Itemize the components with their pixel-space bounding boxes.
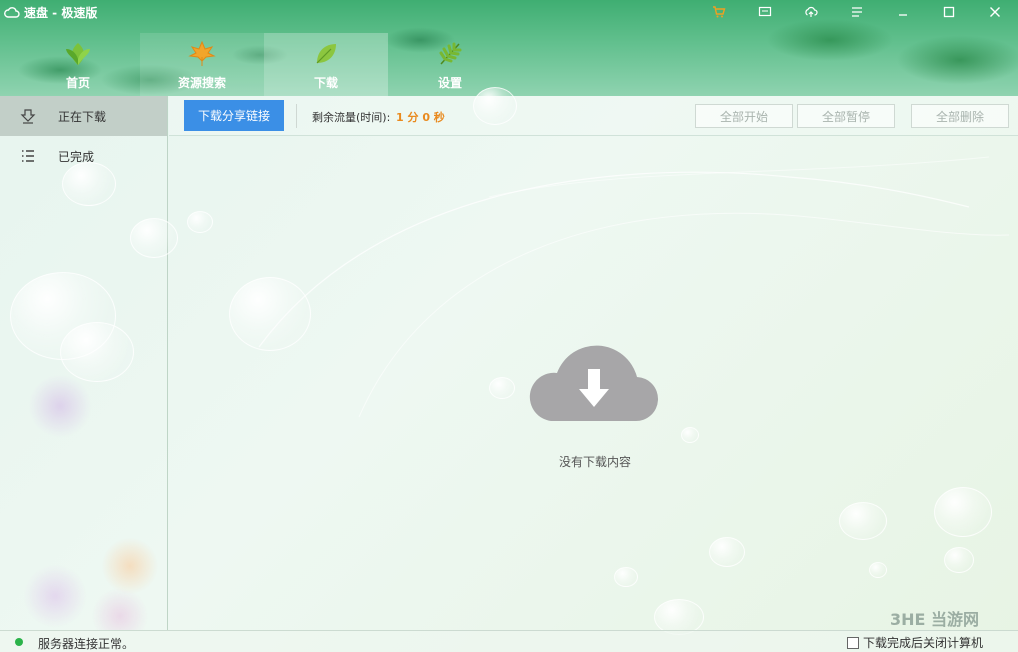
fern-leaf-icon [439, 42, 462, 65]
toolbar-divider [296, 104, 297, 128]
toolbar: 下载分享链接 剩余流量(时间): 1 分 0 秒 全部开始 全部暂停 全部删除 [169, 96, 1018, 136]
tab-resource-search[interactable]: 资源搜索 [140, 33, 264, 96]
download-arrow-icon [20, 109, 36, 124]
download-share-link-button[interactable]: 下载分享链接 [184, 100, 284, 131]
bubble-decoration [489, 377, 515, 399]
bubble-decoration [709, 537, 745, 567]
shutdown-after-download-option[interactable]: 下载完成后关闭计算机 [847, 634, 983, 651]
shutdown-checkbox[interactable] [847, 636, 859, 649]
tab-label: 设置 [437, 76, 462, 90]
bubble-decoration [229, 277, 311, 351]
watermark-logo: 3HE 当游网 [890, 610, 980, 629]
leaf-icon [66, 43, 90, 65]
cloud-download-icon [529, 345, 659, 422]
maximize-icon[interactable] [926, 0, 972, 24]
app-title: 速盘 - 极速版 [4, 3, 97, 21]
sidebar: 正在下载 已完成 [0, 96, 178, 630]
list-icon [22, 150, 34, 162]
status-bar: 服务器连接正常。 下载完成后关闭计算机 [0, 630, 1018, 652]
bubble-decoration [934, 487, 992, 537]
bubble-decoration [944, 547, 974, 573]
bubble-decoration [473, 87, 517, 125]
empty-message: 没有下载内容 [558, 455, 631, 469]
menu-icon[interactable] [834, 0, 880, 24]
window-controls [696, 0, 1018, 24]
window-title: 速盘 - 极速版 [24, 5, 98, 20]
bubble-decoration [62, 162, 116, 206]
sidebar-item-label: 正在下载 [58, 109, 107, 124]
close-icon[interactable] [972, 0, 1018, 24]
shutdown-label: 下载完成后关闭计算机 [863, 636, 984, 650]
upload-cloud-icon[interactable] [788, 0, 834, 24]
bubble-decoration [869, 562, 887, 578]
tab-label: 资源搜索 [177, 76, 226, 90]
pause-all-button[interactable]: 全部暂停 [797, 104, 895, 128]
bubble-decoration [681, 427, 699, 443]
download-list-area: 没有下载内容 [169, 87, 1018, 635]
minimize-icon[interactable] [880, 0, 926, 24]
green-leaf-icon [316, 44, 336, 64]
remaining-traffic-label: 剩余流量(时间): [312, 111, 391, 124]
connection-status-icon [15, 638, 23, 646]
bubble-decoration [187, 211, 213, 233]
cart-icon[interactable] [696, 0, 742, 24]
message-icon[interactable] [742, 0, 788, 24]
bubble-decoration [614, 567, 638, 587]
tab-label: 下载 [313, 76, 338, 90]
delete-all-button[interactable]: 全部删除 [911, 104, 1009, 128]
tab-download[interactable]: 下载 [264, 33, 388, 96]
start-all-button[interactable]: 全部开始 [695, 104, 793, 128]
tab-label: 首页 [65, 76, 90, 90]
bubble-decoration [60, 322, 134, 382]
bubble-decoration [839, 502, 887, 540]
cloud-logo-icon [4, 7, 20, 18]
remaining-traffic-value: 1 分 0 秒 [396, 111, 445, 124]
maple-leaf-icon [188, 40, 216, 66]
sidebar-item-downloading[interactable]: 正在下载 [0, 96, 167, 136]
main-tabs: 首页 资源搜索 下载 设置 [16, 33, 512, 96]
connection-status-text: 服务器连接正常。 [38, 637, 135, 651]
title-bar: 速盘 - 极速版 首页 资源搜索 下载 设置 [0, 0, 1018, 96]
tab-home[interactable]: 首页 [16, 33, 140, 96]
